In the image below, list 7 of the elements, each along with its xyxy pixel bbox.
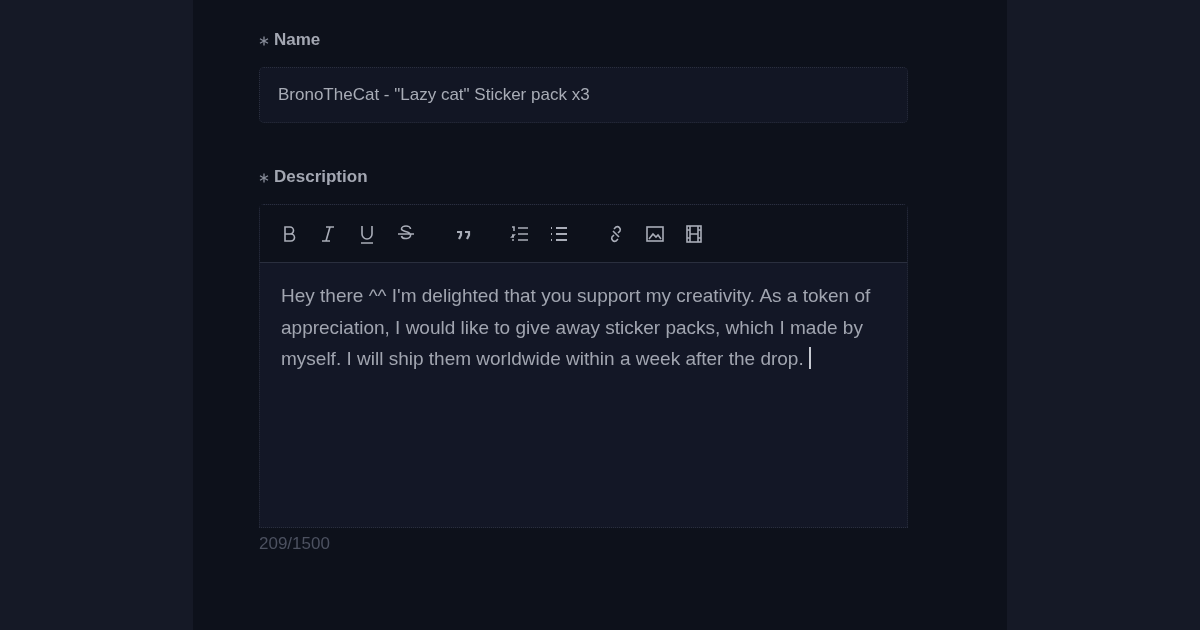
character-counter: 209/1500 — [259, 534, 331, 554]
field-label: Name — [274, 30, 321, 50]
film-icon[interactable] — [683, 222, 705, 245]
field-label: Description — [274, 167, 368, 187]
description-text: Hey there ^^ I'm delighted that you support my creativity. As a token of appreciation, I would like to give away sticker packs, which I made by myself. I will ship them worldwide within a week after the drop. — [281, 285, 871, 369]
description-editor[interactable] — [259, 204, 908, 528]
name-input-field[interactable]: BronoTheCat - "Lazy cat" Sticker pack x3 — [259, 67, 908, 123]
